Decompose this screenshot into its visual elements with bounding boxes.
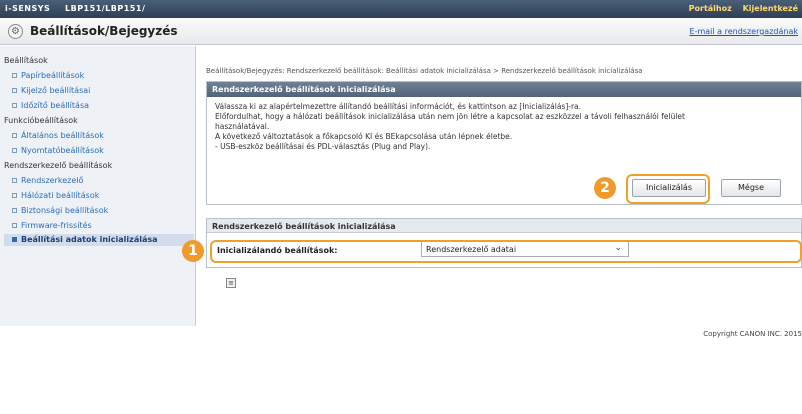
sidebar-item-label: Rendszerkezelő	[21, 176, 84, 185]
copyright: Copyright CANON INC. 2015	[703, 330, 802, 338]
sidebar: Beállítások Papírbeállítások Kijelző beá…	[0, 46, 196, 326]
bullet-icon	[12, 148, 17, 153]
title-bar: ⚙ Beállítások/Bejegyzés E-mail a rendsze…	[0, 18, 802, 45]
sidebar-item-firmware-update[interactable]: Firmware-frissítés	[12, 221, 92, 230]
settings-panel-title: Rendszerkezelő beállítások inicializálás…	[207, 219, 801, 233]
portal-link[interactable]: Portálhoz	[689, 4, 732, 13]
bullet-icon	[12, 208, 17, 213]
highlight-initialize-button	[626, 174, 710, 204]
page-title: Beállítások/Bejegyzés	[30, 24, 178, 38]
top-links: Portálhoz Kijelentkezé	[681, 4, 798, 13]
init-panel: Rendszerkezelő beállítások inicializálás…	[206, 81, 802, 205]
sidebar-item-label: Időzítő beállítása	[21, 101, 90, 110]
description-line: használatával.	[215, 122, 270, 131]
bullet-icon	[12, 103, 17, 108]
model-name: LBP151/LBP151/	[65, 4, 146, 13]
brand-name: i-SENSYS	[5, 4, 51, 13]
email-admin-link[interactable]: E-mail a rendszergazdának	[690, 27, 798, 36]
bullet-icon	[12, 237, 17, 242]
bullet-icon	[12, 193, 17, 198]
cancel-button[interactable]: Mégse	[721, 179, 781, 197]
sidebar-category-management: Rendszerkezelő beállítások	[4, 161, 113, 170]
sidebar-category-function: Funkcióbeállítások	[4, 116, 78, 125]
sidebar-item-system-manager[interactable]: Rendszerkezelő	[12, 176, 83, 185]
gear-icon: ⚙	[8, 24, 23, 39]
sidebar-item-timer-settings[interactable]: Időzítő beállítása	[12, 101, 89, 110]
description-line: - USB-eszköz beállításai és PDL-választá…	[215, 142, 431, 151]
sidebar-item-label: Biztonsági beállítások	[21, 206, 109, 215]
sidebar-item-label: Nyomtatóbeállítások	[21, 146, 104, 155]
sidebar-item-printer-settings[interactable]: Nyomtatóbeállítások	[12, 146, 104, 155]
sidebar-category-settings: Beállítások	[4, 56, 48, 65]
sidebar-item-label: Beállítási adatok inicializálása	[21, 235, 158, 244]
expand-icon[interactable]: ≡	[226, 278, 236, 288]
sidebar-item-init-settings[interactable]: Beállítási adatok inicializálása	[4, 234, 194, 246]
sidebar-item-general-settings[interactable]: Általános beállítások	[12, 131, 104, 140]
sidebar-item-paper-settings[interactable]: Papírbeállítások	[12, 71, 84, 80]
highlight-settings-row	[210, 240, 802, 263]
sidebar-item-label: Papírbeállítások	[21, 71, 85, 80]
breadcrumb: Beállítások/Bejegyzés: Rendszerkezelő be…	[206, 67, 643, 75]
sidebar-item-label: Firmware-frissítés	[21, 221, 92, 230]
bullet-icon	[12, 178, 17, 183]
sidebar-item-display-settings[interactable]: Kijelző beállításai	[12, 86, 90, 95]
description-line: Előfordulhat, hogy a hálózati beállításo…	[215, 112, 685, 121]
sidebar-item-label: Általános beállítások	[21, 131, 104, 140]
callout-badge-1: 1	[182, 240, 204, 262]
sidebar-item-network-settings[interactable]: Hálózati beállítások	[12, 191, 99, 200]
description-line: A következő változtatások a főkapcsoló K…	[215, 132, 513, 141]
bullet-icon	[12, 223, 17, 228]
top-bar: i-SENSYS LBP151/LBP151/ Portálhoz Kijele…	[0, 0, 802, 18]
panel-description: Válassza ki az alapértelmezettre állítan…	[207, 97, 801, 157]
logout-link[interactable]: Kijelentkezé	[743, 4, 798, 13]
sidebar-item-label: Kijelző beállításai	[21, 86, 91, 95]
bullet-icon	[12, 88, 17, 93]
bullet-icon	[12, 73, 17, 78]
description-line: Válassza ki az alapértelmezettre állítan…	[215, 102, 582, 111]
bullet-icon	[12, 133, 17, 138]
panel-title: Rendszerkezelő beállítások inicializálás…	[207, 82, 801, 97]
sidebar-item-security-settings[interactable]: Biztonsági beállítások	[12, 206, 108, 215]
callout-badge-2: 2	[594, 177, 616, 199]
sidebar-item-label: Hálózati beállítások	[21, 191, 100, 200]
